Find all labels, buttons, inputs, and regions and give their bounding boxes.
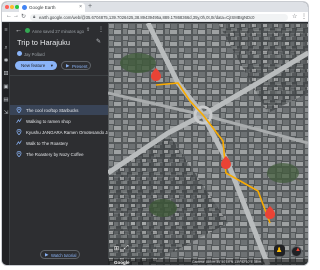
more-options-icon[interactable]: ⋮ [98, 26, 104, 33]
measure-tool-icon[interactable]: ⤢ [124, 245, 129, 252]
voyager-icon[interactable]: ✱ [3, 58, 9, 64]
project-title: Trip to Harajuku [17, 38, 71, 47]
url-text[interactable]: earth.google.com/web/@35.6704875,139.702… [39, 15, 284, 20]
close-window-button[interactable] [5, 5, 9, 9]
feature-label: Walk to The Roastery [26, 141, 68, 146]
menu-icon[interactable]: ≡ [3, 27, 9, 33]
measure-icon[interactable]: ⇲ [3, 110, 9, 116]
tab-title: Google Earth [29, 4, 56, 10]
present-button[interactable]: ▶ Present [61, 61, 91, 70]
browser-window: Google Earth × + ← → ↻ 🔒︎ earth.google.c… [2, 2, 308, 265]
play-icon: ▶ [45, 252, 49, 257]
map-view[interactable]: ⊞ ⤢ ♟ ▲ Google Camera: 889 m 35°40'14"N … [108, 23, 308, 265]
tab-strip: Google Earth × + [2, 2, 308, 12]
pin-icon [16, 106, 22, 113]
map-footer: Google Camera: 889 m 35°40'14"N 139°42'1… [108, 259, 308, 265]
feature-label: Walking to ramen shop [26, 119, 71, 124]
path-icon [16, 139, 22, 145]
layers-icon[interactable]: ⊞ [114, 245, 119, 252]
feature-item[interactable]: The Roastery by Nozy Coffee [10, 149, 108, 159]
projects-icon[interactable]: ▣ [3, 84, 9, 90]
search-icon[interactable]: ⌕ [3, 45, 9, 51]
street-view-button[interactable]: ♟ [274, 245, 285, 256]
panel-divider [10, 75, 108, 76]
pin-icon [16, 150, 22, 157]
satellite-imagery[interactable] [108, 23, 308, 265]
dice-icon[interactable]: ⚄ [3, 71, 9, 77]
left-rail: ≡ ⌕ ✱ ⚄ ▣ ▤ ⇲ [2, 23, 10, 265]
back-arrow-icon[interactable]: ← [15, 27, 22, 34]
feature-label: The Roastery by Nozy Coffee [26, 152, 84, 157]
feature-item[interactable]: Walk to The Roastery [10, 138, 108, 148]
owner-avatar [17, 51, 22, 56]
feature-item[interactable]: The cool rooftop Starbucks [10, 105, 108, 115]
feature-item[interactable]: Walking to ramen shop [10, 116, 108, 126]
bookmark-star-icon[interactable]: ☆ [292, 13, 297, 20]
new-feature-label: New feature [21, 63, 46, 68]
forward-button[interactable]: → [13, 13, 19, 19]
minimize-window-button[interactable] [10, 5, 14, 9]
back-button[interactable]: ← [6, 13, 12, 19]
reload-button[interactable]: ↻ [21, 13, 26, 20]
new-tab-button[interactable]: + [88, 3, 92, 10]
save-status: Anne saved 27 minutes ago [32, 28, 84, 34]
compass-button[interactable]: ▲ [291, 246, 302, 257]
watch-tutorial-button[interactable]: ▶ Watch tutorial [40, 250, 80, 259]
camera-info: Camera: 889 m 35°40'14"N 139°42'10"E 38 … [192, 260, 262, 264]
google-earth-icon [22, 5, 27, 10]
compass-needle-icon: ▲ [295, 247, 301, 253]
feature-label: The cool rooftop Starbucks [26, 108, 79, 113]
edit-icon[interactable]: ✎ [96, 38, 101, 45]
path-icon [16, 117, 22, 123]
browser-tab[interactable]: Google Earth × [19, 3, 85, 12]
pin-icon [16, 128, 22, 135]
present-label: Present [72, 63, 88, 69]
author-avatar [25, 28, 30, 33]
browser-menu-icon[interactable]: ⋮ [301, 13, 307, 20]
watch-tutorial-label: Watch tutorial [51, 252, 77, 258]
map-style-icon[interactable]: ▤ [3, 97, 9, 103]
feature-item[interactable]: Kyushu JANGARA Ramen Omotesando Jan... [10, 127, 116, 137]
google-logo: Google [114, 259, 130, 265]
lock-icon: 🔒︎ [33, 14, 36, 19]
project-panel: ← Anne saved 27 minutes ago ⇪ ⋮ Trip to … [10, 23, 116, 265]
browser-toolbar: ← → ↻ 🔒︎ earth.google.com/web/@35.670487… [2, 12, 308, 22]
address-bar[interactable]: 🔒︎ earth.google.com/web/@35.6704875,139.… [30, 13, 288, 21]
owner-name: Jay Pollard [24, 51, 45, 57]
new-feature-button[interactable]: New feature ▾ [15, 61, 57, 70]
pegman-icon: ♟ [276, 247, 283, 254]
close-tab-icon[interactable]: × [79, 4, 82, 10]
share-icon[interactable]: ⇪ [86, 27, 90, 33]
feature-label: Kyushu JANGARA Ramen Omotesando Jan... [26, 130, 117, 135]
dropdown-caret-icon: ▾ [50, 62, 53, 68]
present-icon: ▶ [66, 63, 70, 68]
